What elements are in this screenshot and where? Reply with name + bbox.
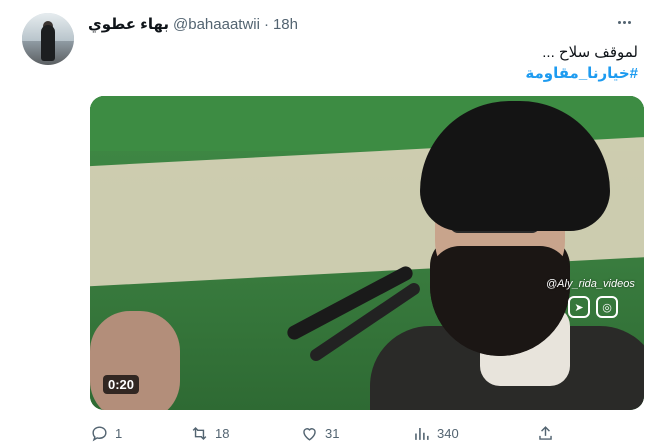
video-player[interactable]: @Aly_rida_videos ➤ ◎ 0:20	[90, 96, 644, 410]
video-watermark: @Aly_rida_videos	[546, 278, 635, 290]
views-count: 340	[437, 426, 459, 441]
reply-icon	[92, 426, 107, 442]
retweet-icon	[192, 426, 207, 441]
views-button[interactable]: 340	[412, 424, 459, 443]
reply-button[interactable]: 1	[90, 424, 122, 443]
tweet-actions: 1 18 31 340	[90, 424, 650, 446]
avatar-person	[41, 25, 55, 61]
more-dot-icon	[622, 20, 626, 24]
more-dot-icon	[627, 20, 631, 24]
tweet-body: لموقف سلاح ...	[542, 44, 638, 61]
views-icon	[415, 427, 429, 440]
tweet-card[interactable]: بهاء عطوي @bahaaatwii · 18h لموقف سلاح .…	[0, 0, 650, 446]
retweet-button[interactable]: 18	[190, 424, 229, 443]
display-name[interactable]: بهاء عطوي	[88, 15, 169, 33]
like-count: 31	[325, 426, 340, 441]
hashtag-link[interactable]: #خيارنا_مقاومة	[98, 63, 638, 84]
separator-dot: ·	[263, 16, 269, 33]
more-dot-icon	[617, 20, 621, 24]
tweet-text: لموقف سلاح ... #خيارنا_مقاومة	[98, 42, 638, 84]
avatar[interactable]	[22, 13, 74, 65]
share-button[interactable]	[536, 424, 555, 443]
reply-count: 1	[115, 426, 123, 441]
like-button[interactable]: 31	[300, 424, 339, 443]
user-handle[interactable]: @bahaaatwii	[173, 16, 260, 33]
tweet-timestamp[interactable]: 18h	[273, 16, 298, 33]
tweet-header: بهاء عطوي @bahaaatwii · 18h	[88, 15, 298, 33]
retweet-count: 18	[215, 426, 230, 441]
telegram-icon: ➤	[568, 296, 590, 318]
share-icon	[539, 426, 552, 440]
video-duration: 0:20	[103, 375, 140, 394]
heart-icon	[303, 428, 316, 441]
watermark-icons: ➤ ◎	[568, 296, 618, 318]
video-hand	[90, 311, 180, 410]
more-options-button[interactable]	[614, 12, 634, 32]
instagram-icon: ◎	[596, 296, 618, 318]
